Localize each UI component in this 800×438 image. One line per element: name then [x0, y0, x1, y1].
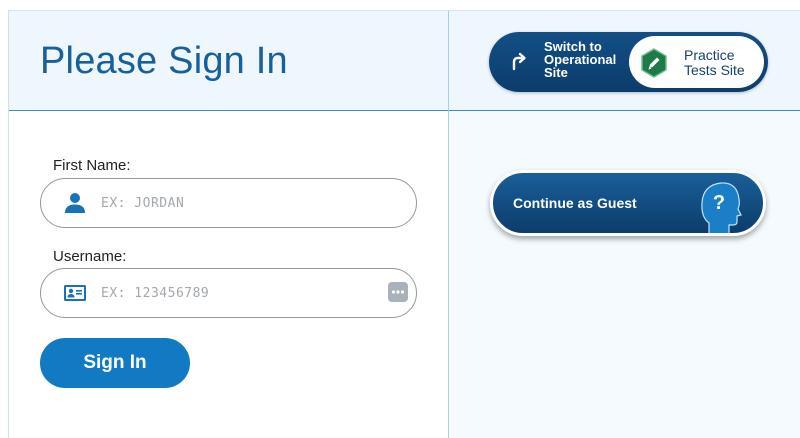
pencil-hexagon-icon: [641, 48, 667, 78]
username-field[interactable]: [40, 268, 417, 318]
ellipsis-icon[interactable]: [388, 282, 408, 302]
switch-label-line-3: Site: [544, 65, 568, 80]
first-name-input[interactable]: [101, 189, 391, 217]
practice-tests-site-indicator[interactable]: Practice Tests Site: [629, 36, 764, 88]
header-divider: [9, 110, 800, 111]
id-card-icon: [64, 285, 86, 301]
first-name-field[interactable]: [40, 178, 417, 228]
person-icon: [65, 193, 85, 213]
practice-tests-site-label: Practice Tests Site: [684, 48, 764, 78]
first-name-label: First Name:: [53, 157, 131, 174]
sign-in-button[interactable]: Sign In: [40, 338, 190, 388]
guest-question-glyph: ?: [713, 192, 725, 214]
continue-as-guest-button[interactable]: Continue as Guest ?: [490, 170, 766, 236]
switch-to-operational-label: Switch to Operational Site: [544, 40, 624, 79]
username-input[interactable]: [101, 279, 391, 307]
head-question-icon: ?: [701, 182, 742, 233]
column-divider: [448, 11, 449, 438]
practice-label-line-2: Tests Site: [684, 62, 745, 78]
alternate-options-panel: [449, 111, 800, 438]
practice-label-line-1: Practice: [684, 47, 735, 63]
site-toggle: Switch to Operational Site Practice Test…: [489, 32, 768, 92]
continue-as-guest-label: Continue as Guest: [513, 195, 637, 211]
ellipsis-dots: [391, 290, 405, 294]
username-label: Username:: [53, 248, 127, 265]
switch-to-operational-button[interactable]: Switch to Operational Site: [489, 32, 629, 92]
redo-arrow-icon: [512, 52, 526, 71]
page-title: Please Sign In: [40, 40, 288, 82]
